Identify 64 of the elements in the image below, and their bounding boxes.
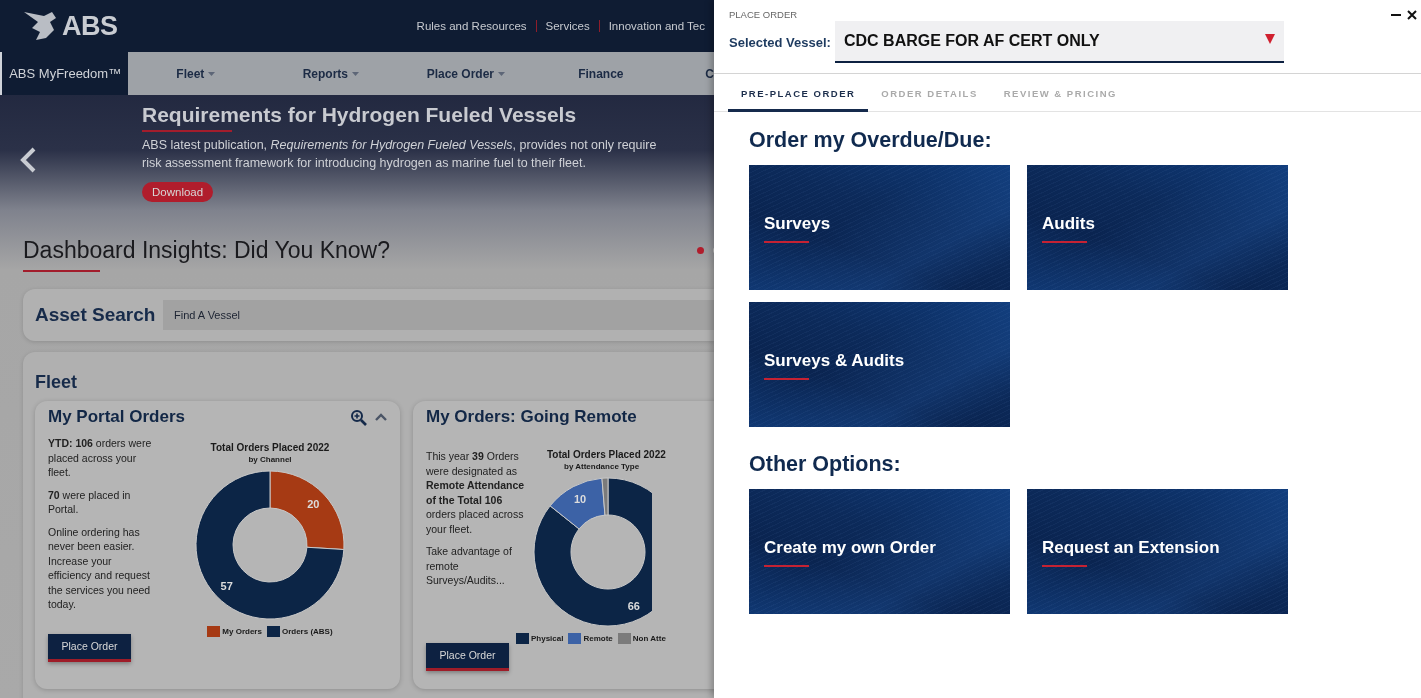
order-option-tile[interactable]: Create my own Order (749, 489, 1010, 614)
collapse-button[interactable] (375, 413, 387, 421)
vessel-dropdown[interactable]: CDC BARGE FOR AF CERT ONLY (835, 21, 1284, 63)
section-title: Dashboard Insights: Did You Know? (23, 236, 390, 264)
place-order-button[interactable]: Place Order (426, 642, 509, 671)
nav-item[interactable]: Reports (263, 52, 399, 95)
place-order-button[interactable]: Place Order (48, 633, 131, 662)
close-button[interactable] (1407, 8, 1417, 22)
vessel-label: Selected Vessel: (729, 34, 832, 50)
search-field[interactable]: Find A Vessel (163, 300, 714, 330)
legend-swatch (266, 626, 280, 637)
order-option-tile[interactable]: Request an Extension (1027, 489, 1288, 614)
legend-label: My Orders (222, 627, 262, 636)
nav-item[interactable]: C (668, 52, 714, 95)
zoom-button[interactable] (350, 408, 367, 426)
card-text: YTD: 106 orders were placed across your fleet. (48, 436, 153, 480)
chart-subtitle: by Channel (248, 455, 292, 464)
order-option-tile[interactable]: Surveys & Audits (749, 302, 1010, 427)
app-brand[interactable]: ABS MyFreedom™ (0, 52, 129, 95)
section-heading: Other Options: (749, 452, 902, 477)
legend-label: Orders (ABS) (281, 627, 333, 636)
logo-text: ABS (62, 10, 118, 42)
close-icon (1407, 10, 1417, 20)
tab[interactable]: PRE-PLACE ORDER (728, 74, 869, 112)
legend-label: Non Atte (632, 634, 666, 643)
section-heading: Order my Overdue/Due: (749, 128, 993, 153)
hero-text: ABS latest publication, Requirements for Hydrogen Fueled Vessels, provides not only require (142, 137, 657, 154)
card-text: This year 39 Orders were designated as Remote Attendance of the Total 106 orders placed across your fleet. (426, 449, 526, 536)
card-text: Online ordering has never been easier. Increase your efficiency and request the services you need today. (48, 524, 152, 612)
order-option-tile[interactable]: Surveys (749, 165, 1010, 290)
asset-search-title: Asset Search (35, 304, 157, 326)
data-label: 10 (573, 493, 587, 506)
caret-icon (1265, 33, 1275, 44)
nav-item[interactable]: Fleet (128, 52, 264, 95)
card-text: Take advantage of remote Surveys/Audits... (426, 544, 513, 588)
download-button[interactable]: Download (142, 182, 214, 202)
legend-swatch (207, 626, 221, 637)
top-nav-link[interactable]: Rules and Resources (416, 20, 536, 32)
chart-subtitle: by Attendance Type (564, 462, 640, 471)
fleet-title: Fleet (35, 372, 78, 393)
carousel-dot[interactable] (697, 246, 704, 254)
nav-item[interactable]: Place Order (398, 52, 534, 95)
hero-title: Requirements for Hydrogen Fueled Vessels (142, 103, 578, 127)
data-label: 57 (220, 579, 233, 592)
data-label: 66 (627, 599, 640, 612)
nav-item[interactable]: Finance (533, 52, 669, 95)
chart-title: Total Orders Placed 2022 (547, 449, 666, 460)
legend-label: Physical (531, 634, 564, 643)
legend-swatch (617, 633, 631, 644)
panel-title: PLACE ORDER (729, 9, 798, 20)
data-label: 20 (307, 498, 320, 511)
card-text: 70 were placed in Portal. (48, 487, 132, 517)
legend-label: Remote (583, 634, 613, 643)
top-nav-link[interactable]: Services (535, 20, 599, 32)
minimize-icon (1391, 14, 1401, 16)
card-title: My Orders: Going Remote (426, 407, 637, 427)
chart-title: Total Orders Placed 2022 (210, 442, 330, 453)
zoom-in-icon (350, 408, 367, 426)
hero-text: risk assessment framework for introducing hydrogen as marine fuel to their fleet. (142, 155, 587, 172)
chevron-up-icon (375, 413, 387, 421)
order-option-tile[interactable]: Audits (1027, 165, 1288, 290)
legend-swatch (516, 633, 529, 644)
legend-swatch (568, 633, 582, 644)
card-title: My Portal Orders (48, 407, 185, 427)
